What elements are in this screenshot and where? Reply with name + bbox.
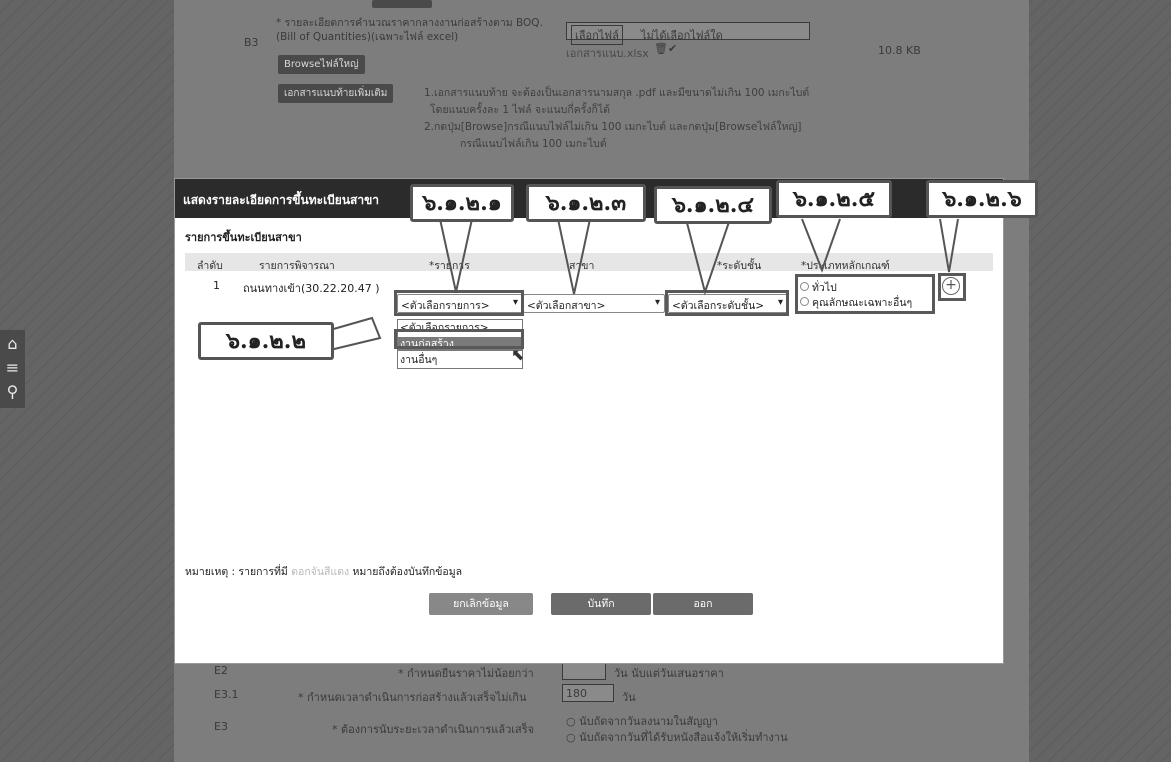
callout-6-1-2-2: ๖.๑.๒.๒ xyxy=(198,322,334,360)
callout-6-1-2-3: ๖.๑.๒.๓ xyxy=(526,184,646,222)
callout-6-1-2-6: ๖.๑.๒.๖ xyxy=(926,180,1038,218)
callout-6-1-2-1: ๖.๑.๒.๑ xyxy=(410,184,514,222)
callout-6-1-2-4: ๖.๑.๒.๔ xyxy=(654,186,772,224)
callout-6-1-2-5: ๖.๑.๒.๕ xyxy=(776,180,892,218)
callout-leaders xyxy=(329,218,959,351)
